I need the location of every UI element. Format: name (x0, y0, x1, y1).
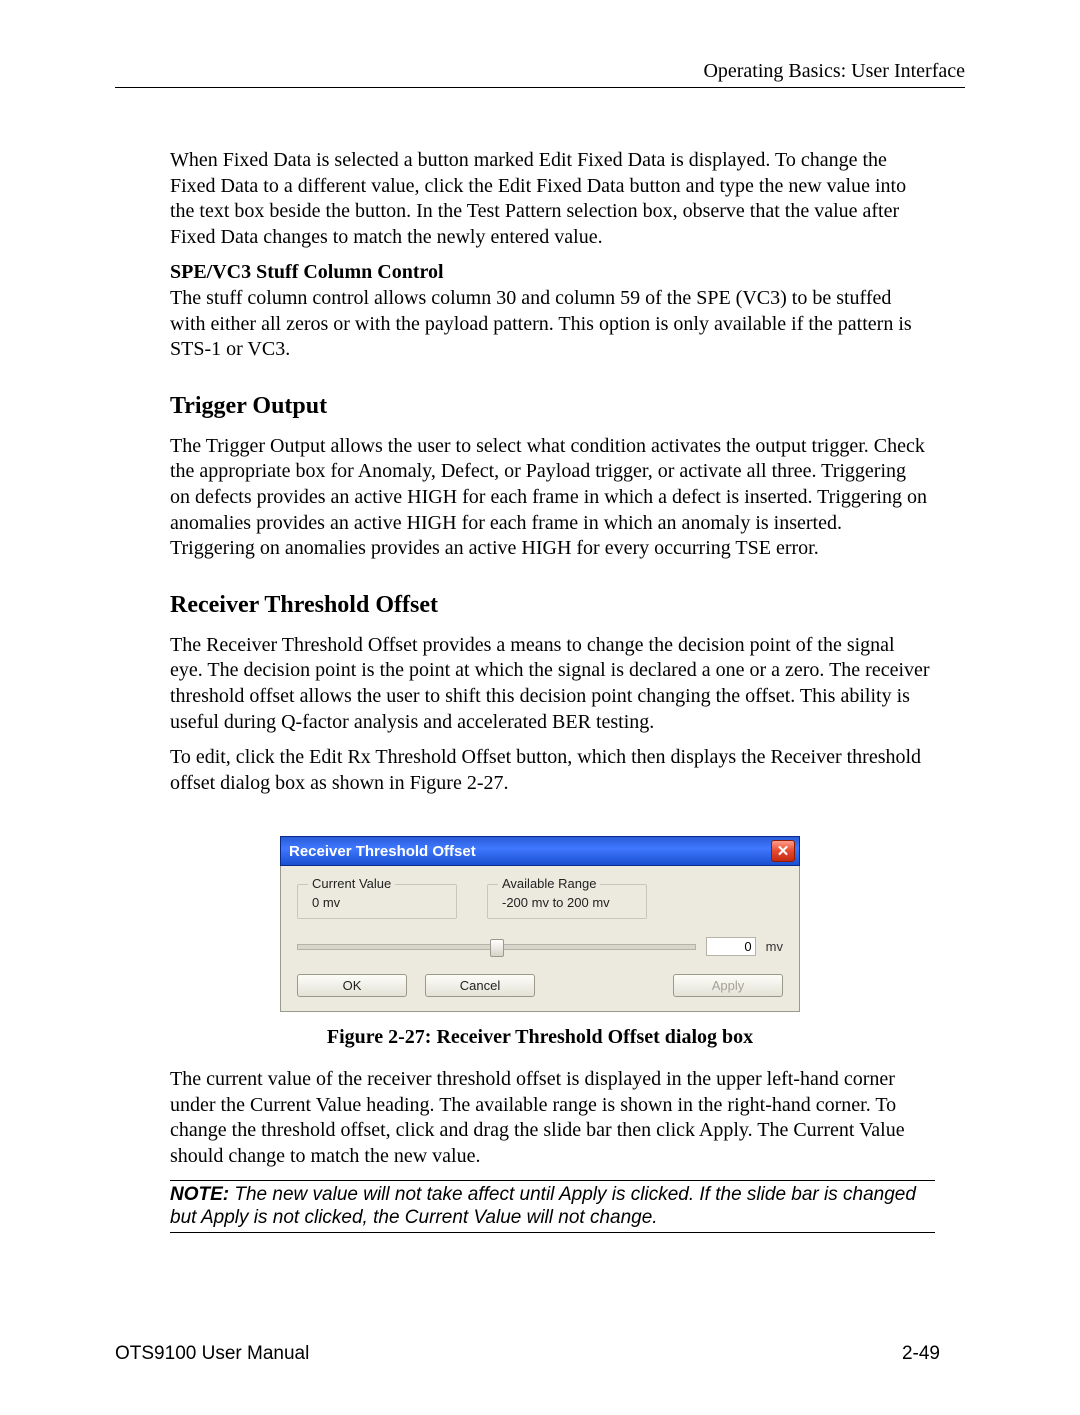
current-value-group: Current Value 0 mv (297, 884, 457, 919)
dialog-titlebar[interactable]: Receiver Threshold Offset ✕ (280, 836, 800, 866)
paragraph: The stuff column control allows column 3… (170, 287, 912, 360)
subsection-title: SPE/VC3 Stuff Column Control (170, 261, 444, 283)
current-value-label: Current Value (308, 876, 395, 891)
page-footer: OTS9100 User Manual 2-49 (115, 1233, 965, 1365)
footer-manual-title: OTS9100 User Manual (115, 1343, 309, 1365)
note-text: The new value will not take affect until… (170, 1184, 916, 1229)
figure-caption: Figure 2-27: Receiver Threshold Offset d… (115, 1026, 965, 1049)
receiver-threshold-offset-dialog: Receiver Threshold Offset ✕ Current Valu… (280, 836, 800, 1012)
section-heading-receiver-threshold-offset: Receiver Threshold Offset (170, 592, 965, 619)
ok-button[interactable]: OK (297, 974, 407, 997)
close-button[interactable]: ✕ (771, 840, 795, 862)
available-range-group: Available Range -200 mv to 200 mv (487, 884, 647, 919)
dialog-title: Receiver Threshold Offset (289, 843, 476, 860)
available-range-value: -200 mv to 200 mv (502, 895, 610, 910)
subsection: SPE/VC3 Stuff Column Control The stuff c… (115, 260, 965, 362)
paragraph: The Receiver Threshold Offset provides a… (115, 633, 965, 735)
note-label: NOTE: (170, 1184, 229, 1205)
paragraph: The current value of the receiver thresh… (115, 1067, 965, 1169)
threshold-value-input[interactable] (706, 937, 756, 956)
unit-label: mv (766, 939, 783, 954)
paragraph: When Fixed Data is selected a button mar… (115, 148, 965, 250)
paragraph: The Trigger Output allows the user to se… (115, 434, 965, 562)
apply-button[interactable]: Apply (673, 974, 783, 997)
close-icon: ✕ (777, 842, 790, 860)
dialog-body: Current Value 0 mv Available Range -200 … (280, 866, 800, 1012)
section-heading-trigger-output: Trigger Output (170, 393, 965, 420)
page-header: Operating Basics: User Interface (115, 60, 965, 88)
available-range-label: Available Range (498, 876, 600, 891)
current-value: 0 mv (312, 895, 340, 910)
cancel-button[interactable]: Cancel (425, 974, 535, 997)
footer-page-number: 2-49 (902, 1343, 940, 1365)
note-block: NOTE: The new value will not take affect… (170, 1180, 935, 1234)
threshold-slider[interactable] (297, 944, 696, 950)
paragraph: To edit, click the Edit Rx Threshold Off… (115, 745, 965, 796)
header-breadcrumb: Operating Basics: User Interface (703, 60, 965, 82)
slider-thumb-icon[interactable] (490, 939, 504, 957)
